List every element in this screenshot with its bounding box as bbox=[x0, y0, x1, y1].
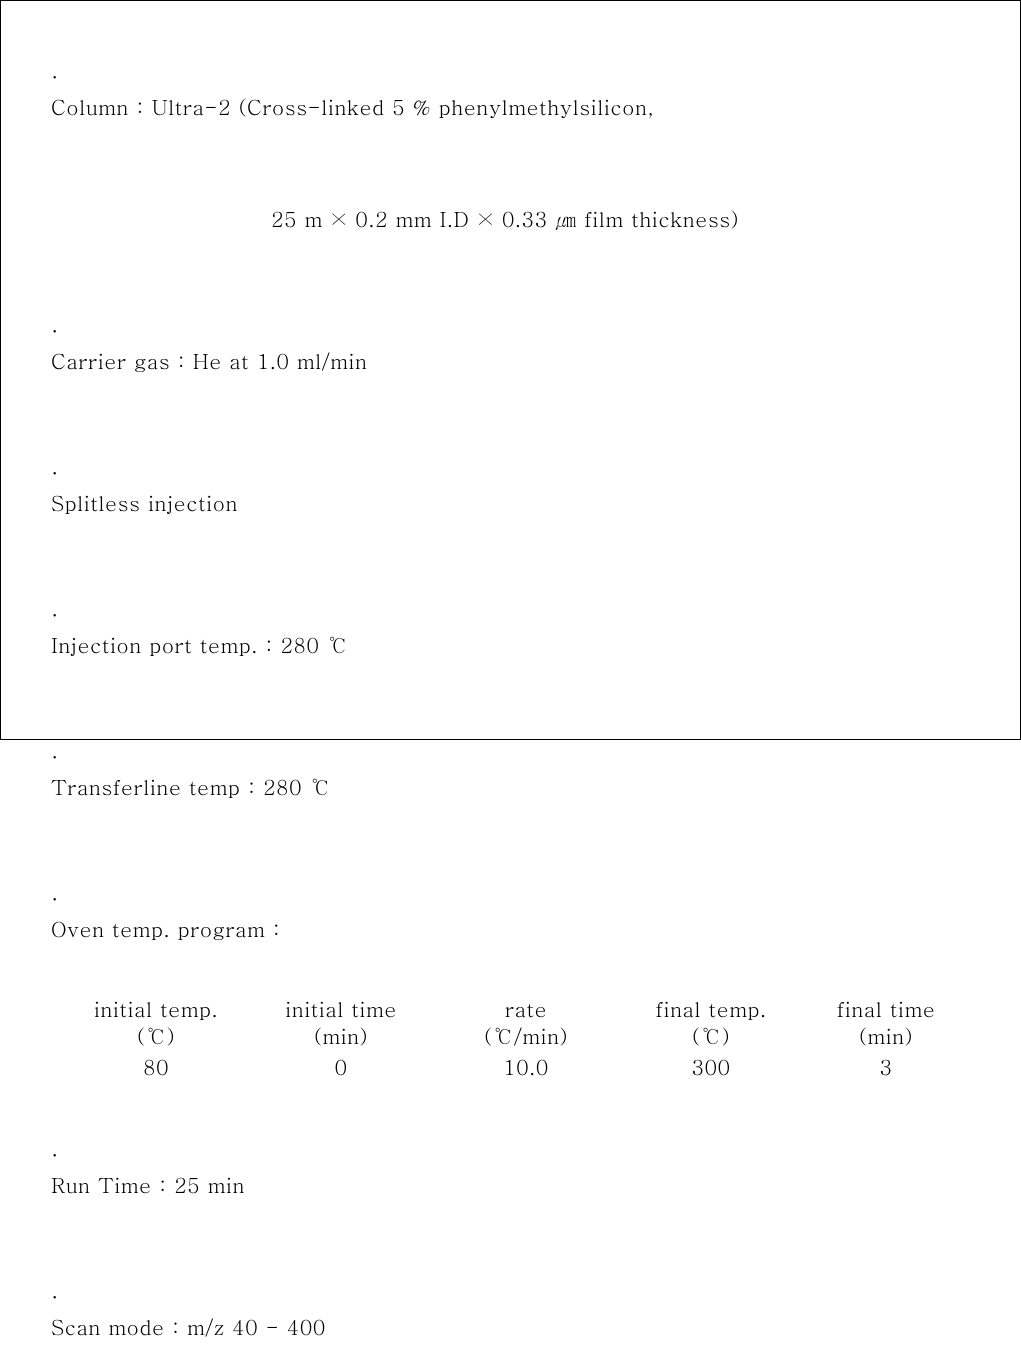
th: rate bbox=[505, 995, 547, 1022]
bullet-dot: · bbox=[51, 1139, 66, 1169]
column-line-2: 25 m × 0.2 mm I.D × 0.33 ㎛ film thicknes… bbox=[21, 173, 1010, 263]
bullet-dot: · bbox=[51, 61, 66, 91]
td: 80 bbox=[143, 1052, 169, 1081]
td: 10.0 bbox=[503, 1052, 549, 1081]
transferline-line: · Transferline temp : 280 ℃ bbox=[21, 711, 1010, 831]
td: 300 bbox=[691, 1052, 730, 1081]
table-col-rate: rate (℃/min) 10.0 bbox=[431, 995, 621, 1081]
splitless-line: · Splitless injection bbox=[21, 427, 1010, 547]
injection-port-label: Injection port temp. : bbox=[51, 629, 280, 659]
th-unit: (℃/min) bbox=[484, 1022, 568, 1049]
bullet-dot: · bbox=[51, 883, 66, 913]
bullet-dot: · bbox=[51, 599, 66, 629]
table-col-initial-time: initial time (min) 0 bbox=[251, 995, 431, 1081]
carrier-gas-line: · Carrier gas : He at 1.0 ml/min bbox=[21, 285, 1010, 405]
run-time-line: · Run Time : 25 min bbox=[21, 1109, 1010, 1229]
th-unit: (℃) bbox=[692, 1022, 730, 1049]
carrier-gas-label: Carrier gas : bbox=[51, 345, 193, 375]
carrier-gas-value: He at 1.0 ml/min bbox=[193, 345, 368, 375]
bullet-dot: · bbox=[51, 741, 66, 771]
oven-program-line: · Oven temp. program : bbox=[21, 853, 1010, 973]
column-line: · Column : Ultra-2 (Cross-linked 5 % phe… bbox=[21, 31, 1010, 151]
run-time-label: Run Time : bbox=[51, 1169, 174, 1199]
column-value-2: 25 m × 0.2 mm I.D × 0.33 ㎛ film thicknes… bbox=[271, 203, 739, 233]
th-unit: (℃) bbox=[137, 1022, 175, 1049]
td: 3 bbox=[879, 1052, 892, 1081]
td: 0 bbox=[334, 1052, 347, 1081]
table-col-final-time: final time (min) 3 bbox=[801, 995, 971, 1081]
column-label: Column : bbox=[51, 91, 151, 121]
injection-port-line: · Injection port temp. : 280 ℃ bbox=[21, 569, 1010, 689]
th: final time bbox=[837, 995, 936, 1022]
th: final temp. bbox=[655, 995, 766, 1022]
column-value-1: Ultra-2 (Cross-linked 5 % phenylmethylsi… bbox=[151, 91, 654, 121]
oven-program-label: Oven temp. program : bbox=[51, 913, 280, 943]
transferline-label: Transferline temp : bbox=[51, 771, 263, 801]
run-time-value: 25 min bbox=[174, 1169, 245, 1199]
transferline-value: 280 ℃ bbox=[263, 771, 331, 801]
splitless-text: Splitless injection bbox=[51, 487, 238, 517]
th-unit: (min) bbox=[314, 1022, 368, 1049]
scan-mode-label: Scan mode : bbox=[51, 1311, 187, 1341]
table-col-final-temp: final temp. (℃) 300 bbox=[621, 995, 801, 1081]
th: initial temp. bbox=[94, 995, 218, 1022]
oven-program-table: initial temp. (℃) 80 initial time (min) … bbox=[61, 995, 1010, 1081]
table-col-initial-temp: initial temp. (℃) 80 bbox=[61, 995, 251, 1081]
th: initial time bbox=[285, 995, 397, 1022]
bullet-dot: · bbox=[51, 315, 66, 345]
scan-mode-value: m/z 40 - 400 bbox=[187, 1311, 326, 1341]
injection-port-value: 280 ℃ bbox=[280, 629, 348, 659]
scan-mode-line: · Scan mode : m/z 40 - 400 bbox=[21, 1251, 1010, 1371]
bullet-dot: · bbox=[51, 1281, 66, 1311]
th-unit: (min) bbox=[859, 1022, 913, 1049]
bullet-dot: · bbox=[51, 457, 66, 487]
parameters-box: · Column : Ultra-2 (Cross-linked 5 % phe… bbox=[0, 0, 1021, 740]
